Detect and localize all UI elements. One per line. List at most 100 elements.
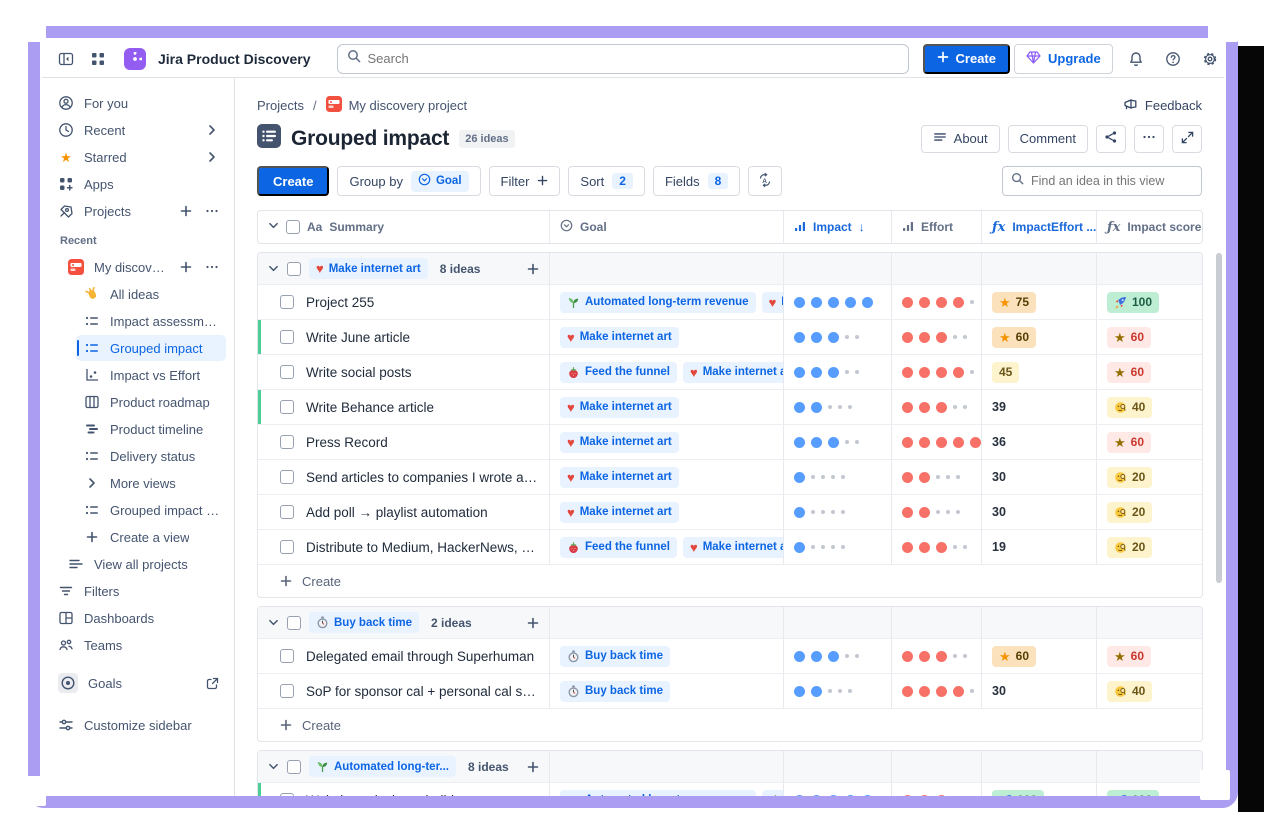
row-checkbox[interactable] (280, 365, 294, 379)
comment-button[interactable]: Comment (1007, 124, 1088, 153)
upgrade-button[interactable]: Upgrade (1013, 43, 1113, 74)
column-header-impact-score[interactable]: ƒx Impact score (1096, 211, 1204, 243)
add-idea-icon[interactable] (527, 263, 539, 275)
sort-button[interactable]: Sort 2 (568, 166, 645, 196)
settings-gear-icon[interactable] (1196, 45, 1224, 73)
table-row[interactable]: Press Record ♥ Make internet art 36 ★ 60 (258, 424, 1202, 459)
vertical-scrollbar-thumb[interactable] (1216, 253, 1222, 583)
row-checkbox[interactable] (280, 540, 294, 554)
auto-sort-button[interactable]: A (748, 166, 783, 196)
frame-handle-bottom-right[interactable] (1200, 770, 1230, 800)
feedback-button[interactable]: Feedback (1123, 97, 1202, 114)
idea-summary: Add poll → playlist automation (306, 504, 488, 520)
row-checkbox[interactable] (280, 793, 294, 796)
frame-handle-top-left[interactable] (16, 12, 46, 42)
plus-icon[interactable] (178, 203, 194, 219)
table-row[interactable]: Write June article ♥ Make internet art ★ 60 ★… (258, 319, 1202, 354)
global-create-button[interactable]: Create (922, 43, 1010, 74)
global-search[interactable] (336, 43, 909, 74)
share-button[interactable] (1096, 124, 1126, 153)
sidebar-item-view-all-projects[interactable]: View all projects (60, 551, 226, 577)
sidebar-item-goals[interactable]: Goals (50, 670, 226, 696)
sidebar-item-impact-assessment[interactable]: Impact assessment (76, 308, 226, 334)
sidebar-item-more-views[interactable]: More views (76, 470, 226, 496)
row-checkbox[interactable] (280, 400, 294, 414)
sidebar-item-projects[interactable]: Projects (50, 198, 226, 224)
column-header-summary[interactable]: Aa Summary (258, 211, 549, 243)
sidebar-item-project-my-discovery[interactable]: My discovery ... (60, 254, 226, 280)
frame-handle-bottom-left[interactable] (16, 776, 46, 806)
group-create-row[interactable]: Create (258, 564, 1202, 597)
score-chip: 36 (992, 435, 1006, 449)
more-icon[interactable] (204, 259, 220, 275)
breadcrumb-projects[interactable]: Projects (257, 98, 304, 113)
sidebar-item-starred[interactable]: ★ Starred (50, 144, 226, 170)
column-header-effort[interactable]: Effort (891, 211, 981, 243)
chevron-down-icon[interactable] (268, 263, 279, 274)
row-checkbox[interactable] (280, 684, 294, 698)
chevron-down-icon[interactable] (268, 220, 279, 234)
row-checkbox[interactable] (287, 261, 301, 276)
table-row[interactable]: Write social posts Feed the funnel ♥ Make i… (258, 354, 1202, 389)
goal-chip: ♥Make internet art (560, 466, 679, 488)
expand-button[interactable] (1172, 124, 1202, 153)
sidebar-item-product-roadmap[interactable]: Product roadmap (76, 389, 226, 415)
table-row[interactable]: Project 255 Automated long-term revenue♥M… (258, 284, 1202, 319)
notifications-icon[interactable] (1122, 45, 1150, 73)
chevron-down-icon[interactable] (268, 761, 279, 772)
breadcrumb-project[interactable]: My discovery project (325, 96, 467, 115)
find-idea-search[interactable] (1002, 166, 1202, 196)
more-icon[interactable] (204, 203, 220, 219)
table-row[interactable]: Add poll → playlist automation ♥ Make inte… (258, 494, 1202, 529)
help-icon[interactable] (1159, 45, 1187, 73)
sidebar-item-grouped-impact[interactable]: Grouped impact (76, 335, 226, 361)
fields-button[interactable]: Fields 8 (652, 166, 741, 196)
plus-icon[interactable] (178, 259, 194, 275)
table-row[interactable]: Delegated email through Superhuman Buy ba… (258, 638, 1202, 673)
column-header-goal[interactable]: Goal (549, 211, 783, 243)
sidebar-item-dashboards[interactable]: Dashboards (50, 605, 226, 631)
frame-handle-top-right[interactable] (1208, 12, 1238, 42)
row-checkbox[interactable] (287, 615, 301, 630)
sidebar-item-filters[interactable]: Filters (50, 578, 226, 604)
create-idea-button[interactable]: Create (257, 166, 330, 196)
sidebar-item-impact-vs-effort[interactable]: Impact vs Effort (76, 362, 226, 388)
sidebar-item-for-you[interactable]: For you (50, 90, 226, 116)
find-idea-input[interactable] (1031, 174, 1193, 188)
sidebar-item-delivery-status[interactable]: Delivery status (76, 443, 226, 469)
row-checkbox[interactable] (280, 295, 294, 309)
group-by-button[interactable]: Group by Goal (337, 166, 481, 196)
sidebar-item-recent[interactable]: Recent (50, 117, 226, 143)
select-all-checkbox[interactable] (286, 220, 300, 234)
filter-button[interactable]: Filter (488, 166, 561, 196)
global-search-input[interactable] (367, 51, 899, 66)
sidebar-item-create-a-view[interactable]: Create a view (76, 524, 226, 550)
group-create-row[interactable]: Create (258, 708, 1202, 741)
row-checkbox[interactable] (280, 505, 294, 519)
row-checkbox[interactable] (287, 759, 301, 774)
row-checkbox[interactable] (280, 330, 294, 344)
sidebar-item-product-timeline[interactable]: Product timeline (76, 416, 226, 442)
column-header-impact[interactable]: Impact ↓ (783, 211, 891, 243)
about-button[interactable]: About (920, 124, 1000, 153)
table-row[interactable]: Write Behance article ♥ Make internet art 3… (258, 389, 1202, 424)
more-options-button[interactable] (1134, 124, 1164, 153)
sidebar-collapse-icon[interactable] (52, 45, 80, 73)
row-checkbox[interactable] (280, 649, 294, 663)
add-idea-icon[interactable] (527, 761, 539, 773)
sidebar-item-all-ideas[interactable]: All ideas (76, 281, 226, 307)
table-row[interactable]: SoP for sponsor cal + personal cal sync B… (258, 673, 1202, 708)
sidebar-item-apps[interactable]: Apps (50, 171, 226, 197)
table-row[interactable]: Send articles to companies I wrote ab...… (258, 459, 1202, 494)
sidebar-item-customize-sidebar[interactable]: Customize sidebar (50, 712, 226, 738)
table-row[interactable]: Distribute to Medium, HackerNews, Re... F… (258, 529, 1202, 564)
row-checkbox[interactable] (280, 470, 294, 484)
add-idea-icon[interactable] (527, 617, 539, 629)
app-switcher-icon[interactable] (84, 45, 112, 73)
row-checkbox[interactable] (280, 435, 294, 449)
chevron-down-icon[interactable] (268, 617, 279, 628)
sidebar-item-grouped-impact-44[interactable]: Grouped impact 4/4/... (76, 497, 226, 523)
table-row[interactable]: Website redesign + build Automated long-t… (258, 782, 1202, 796)
sidebar-item-teams[interactable]: Teams (50, 632, 226, 658)
column-header-impact-effort[interactable]: ƒx ImpactEffort ... ↓ (981, 211, 1096, 243)
